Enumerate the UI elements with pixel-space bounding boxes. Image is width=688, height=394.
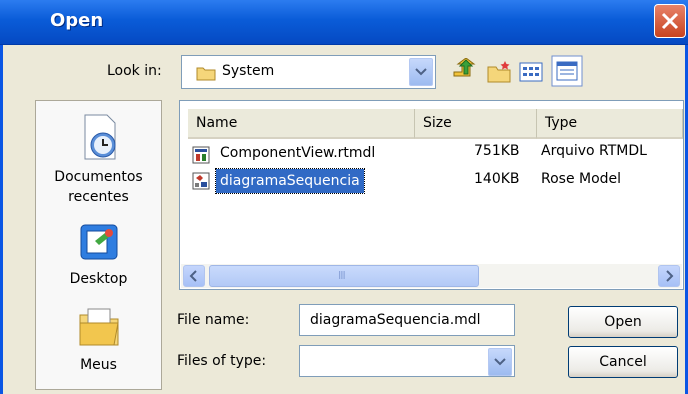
look-in-label: Look in: [107, 63, 162, 79]
place-my-documents[interactable]: Meus [36, 301, 161, 375]
file-row[interactable]: ComponentView.rtmdl [186, 143, 416, 167]
folder-icon [196, 67, 216, 81]
rtmdl-file-icon [192, 146, 210, 164]
file-name: diagramaSequencia [215, 168, 365, 194]
files-of-type-combo[interactable] [299, 345, 515, 377]
places-bar: Documentos recentes Desktop Meus [35, 100, 162, 390]
files-of-type-dropdown-button[interactable] [488, 348, 512, 376]
place-desktop[interactable]: Desktop [36, 221, 161, 289]
place-label-desktop: Desktop [69, 271, 128, 287]
place-recent-documents[interactable]: Documentos recentes [36, 113, 161, 207]
recent-documents-icon [84, 114, 115, 160]
rose-model-file-icon [192, 172, 210, 190]
window-title: Open [50, 10, 104, 31]
column-header-size[interactable]: Size [415, 109, 537, 139]
scroll-left-button[interactable] [183, 265, 205, 287]
file-size: 140KB [474, 171, 520, 187]
close-button[interactable] [654, 4, 686, 38]
place-label-recent: Documentos recentes [54, 169, 143, 205]
file-name-input[interactable]: diagramaSequencia.mdl [299, 304, 515, 336]
view-list-icon[interactable] [517, 58, 545, 86]
look-in-dropdown-button[interactable] [409, 58, 433, 86]
scroll-grip: III [338, 269, 346, 282]
my-documents-icon [79, 308, 119, 346]
chevron-down-icon [415, 68, 427, 76]
close-icon [661, 12, 679, 30]
horizontal-scrollbar[interactable]: III [181, 264, 682, 288]
file-list[interactable]: Name Size Type ComponentView.rtmdl 751KB… [179, 100, 684, 290]
chevron-right-icon [666, 270, 674, 282]
file-type: Arquivo RTMDL [541, 143, 647, 159]
file-name-label: File name: [177, 312, 250, 328]
desktop-icon [80, 224, 117, 260]
file-type: Rose Model [541, 171, 622, 187]
column-header-type[interactable]: Type [537, 109, 683, 139]
up-one-level-icon[interactable] [450, 58, 478, 86]
view-menu-icon[interactable] [551, 55, 583, 87]
files-of-type-label: Files of type: [177, 353, 267, 369]
new-folder-icon[interactable] [485, 58, 513, 86]
open-dialog: Open Look in: System Documentos recentes… [0, 0, 688, 394]
file-name-value: diagramaSequencia.mdl [310, 312, 481, 328]
look-in-combo[interactable]: System [181, 55, 436, 89]
place-label-my-documents: Meus [80, 357, 117, 373]
scroll-thumb[interactable]: III [209, 265, 479, 287]
file-row-selected[interactable]: diagramaSequencia [186, 168, 416, 194]
scroll-right-button[interactable] [658, 265, 680, 287]
open-button[interactable]: Open [568, 306, 678, 338]
look-in-value: System [222, 63, 275, 79]
title-bar[interactable]: Open [0, 0, 688, 45]
file-size: 751KB [474, 143, 520, 159]
column-header-name[interactable]: Name [188, 109, 415, 139]
chevron-down-icon [494, 358, 506, 366]
cancel-button[interactable]: Cancel [568, 346, 678, 378]
file-name: ComponentView.rtmdl [220, 145, 376, 161]
chevron-left-icon [189, 270, 197, 282]
